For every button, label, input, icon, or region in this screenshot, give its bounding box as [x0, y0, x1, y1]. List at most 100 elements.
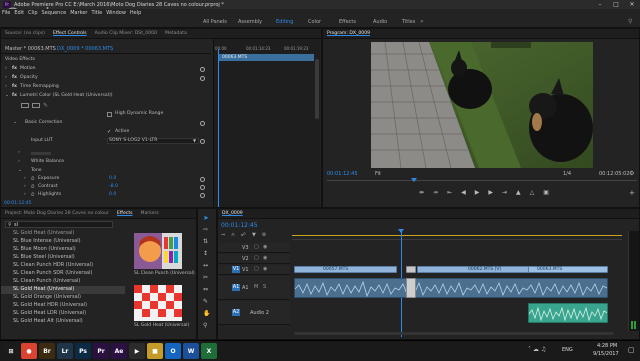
- list-item[interactable]: SL Gold Heat LDR (Universal): [13, 310, 86, 316]
- selection-tool-icon[interactable]: ➤: [203, 214, 209, 222]
- add-button-icon[interactable]: +: [629, 189, 635, 197]
- go-to-in-icon[interactable]: ⇤: [447, 189, 452, 196]
- taskbar-app-lightroom-icon[interactable]: Lr: [57, 343, 73, 359]
- workspace-all-panels[interactable]: All Panels: [203, 19, 227, 25]
- notification-icons[interactable]: ˄ ☁ ♫: [528, 346, 546, 353]
- list-item[interactable]: SL Blue Intense (Universal): [13, 238, 81, 244]
- slip-tool-icon[interactable]: ⇔: [203, 286, 208, 293]
- menu-window[interactable]: Window: [106, 10, 126, 16]
- clip-v1-00057[interactable]: 00057.MTS: [294, 266, 397, 273]
- taskbar-app-start-icon[interactable]: ⊞: [3, 343, 19, 359]
- fx-opacity-row[interactable]: › fx Opacity: [1, 75, 211, 83]
- lift-icon[interactable]: ▲: [516, 189, 521, 196]
- reset-icon[interactable]: [200, 67, 205, 72]
- sequence-clip-label[interactable]: DX_0009 * 00063.MTS: [57, 46, 113, 52]
- list-item[interactable]: SL Gold Heat Alt (Universal): [13, 318, 83, 324]
- playhead-handle-icon[interactable]: [398, 229, 404, 233]
- tab-sequence[interactable]: DX_0009: [222, 211, 243, 216]
- workspace-color[interactable]: Color: [308, 19, 321, 25]
- go-to-out-icon[interactable]: ⇥: [502, 189, 507, 196]
- reset-icon[interactable]: [200, 185, 205, 190]
- list-item-selected[interactable]: SL Gold Heat (Universal): [13, 286, 74, 292]
- mini-playhead[interactable]: [218, 49, 219, 207]
- reset-icon[interactable]: [200, 193, 205, 198]
- taskbar-app-outlook-icon[interactable]: O: [165, 343, 181, 359]
- taskbar-app-premiere-pro-icon[interactable]: Pr: [93, 343, 109, 359]
- exposure-value[interactable]: 0.0: [109, 176, 116, 181]
- lock-icon[interactable]: ▢: [254, 244, 259, 250]
- fx-lumetri-row[interactable]: ⌄ fx Lumetri Color (SL Gold Heat (Univer…: [1, 93, 211, 101]
- tab-project[interactable]: Project: Moto Dog Diaries 28 Caves no co…: [5, 211, 109, 216]
- tab-effects[interactable]: Effects: [117, 211, 133, 216]
- timeline-timecode[interactable]: 00:01:12:45: [221, 222, 258, 229]
- tab-markers[interactable]: Markers: [141, 211, 159, 216]
- list-item[interactable]: SL Gold Orange (Universal): [13, 294, 81, 300]
- source-patch-a2[interactable]: A2: [232, 309, 240, 316]
- taskbar-app-chrome-icon[interactable]: ●: [21, 343, 37, 359]
- clip-a1-audio[interactable]: [294, 278, 608, 298]
- taskbar-app-photoshop-icon[interactable]: Ps: [75, 343, 91, 359]
- track-select-tool-icon[interactable]: ⇨: [203, 226, 208, 233]
- taskbar-app-file-explorer-icon[interactable]: ■: [147, 343, 163, 359]
- list-item[interactable]: SL Clean Punch (Universal): [13, 278, 80, 284]
- wrench-icon[interactable]: ⚙: [629, 170, 634, 177]
- stopwatch-icon[interactable]: ⏱: [31, 176, 35, 182]
- menu-help[interactable]: Help: [130, 10, 141, 16]
- program-video-frame[interactable]: [371, 42, 593, 168]
- timeline-settings-icon[interactable]: ⚙: [262, 232, 266, 238]
- insert-sequence-icon[interactable]: ⇒: [221, 232, 225, 238]
- menu-edit[interactable]: Edit: [14, 10, 24, 16]
- tab-audio-clip-mixer[interactable]: Audio Clip Mixer: DSt_0000: [95, 31, 157, 36]
- mini-clip-bar[interactable]: 00063.MTS: [218, 54, 314, 61]
- white-balance-row[interactable]: › White Balance: [1, 159, 211, 167]
- tab-program[interactable]: Program: DX_0009: [327, 31, 370, 36]
- hdr-row[interactable]: High Dynamic Range: [1, 111, 211, 119]
- list-item[interactable]: SL Blue Moon (Universal): [13, 246, 76, 252]
- taskbar-app-bridge-icon[interactable]: Br: [39, 343, 55, 359]
- tab-effect-controls[interactable]: Effect Controls: [53, 31, 87, 36]
- program-timecode[interactable]: 00:01:12:45: [327, 171, 358, 177]
- menu-clip[interactable]: Clip: [28, 10, 37, 16]
- workspace-editing[interactable]: Editing: [276, 19, 293, 25]
- step-back-icon[interactable]: ◀: [461, 189, 466, 196]
- workspace-assembly[interactable]: Assembly: [238, 19, 262, 25]
- mask-pen-icon[interactable]: ✎: [43, 102, 48, 109]
- reset-icon[interactable]: [200, 121, 205, 126]
- extract-icon[interactable]: △: [530, 189, 535, 196]
- linked-selection-icon[interactable]: ☍: [241, 232, 246, 238]
- lock-icon[interactable]: ▢: [254, 255, 259, 261]
- effect-controls-scrollbar[interactable]: [315, 59, 319, 119]
- basic-correction-row[interactable]: ⌄ Basic Correction: [1, 120, 211, 128]
- clock-date[interactable]: 9/15/2017: [593, 351, 619, 357]
- hdr-checkbox[interactable]: [107, 112, 112, 117]
- highlights-row[interactable]: › ⏱ Highlights 0.0: [1, 192, 211, 200]
- effect-controls-timecode[interactable]: 00:01:12:45: [4, 201, 31, 206]
- add-marker-icon[interactable]: ▼: [252, 232, 256, 238]
- reset-icon[interactable]: [200, 139, 205, 144]
- mute-icon[interactable]: M: [254, 284, 258, 290]
- eye-icon[interactable]: ◉: [263, 255, 267, 261]
- timeline-ruler[interactable]: [292, 229, 622, 240]
- list-item[interactable]: SL Gold Heat (Universal): [13, 230, 74, 236]
- clock-time[interactable]: 4:28 PM: [597, 343, 617, 349]
- razor-tool-icon[interactable]: ✂: [203, 274, 208, 281]
- workspace-audio[interactable]: Audio: [373, 19, 387, 25]
- close-button[interactable]: ✕: [624, 0, 640, 9]
- language-indicator[interactable]: ENG: [562, 347, 573, 353]
- mask-rectangle-icon[interactable]: [32, 103, 40, 108]
- source-patch-v1[interactable]: V1: [232, 266, 240, 273]
- menu-title[interactable]: Title: [91, 10, 102, 16]
- rate-stretch-tool-icon[interactable]: ↔: [203, 262, 208, 269]
- master-clip-label[interactable]: Master * 00063.MTS: [5, 46, 56, 52]
- source-patch-a1[interactable]: A1: [232, 284, 240, 291]
- search-icon[interactable]: ⚲: [628, 18, 632, 25]
- clip-v1-selected[interactable]: [406, 266, 416, 273]
- list-item[interactable]: SL Clean Punch SDR (Universal): [13, 270, 92, 276]
- fx-motion-row[interactable]: › fx Motion: [1, 66, 211, 74]
- reset-icon[interactable]: [200, 76, 205, 81]
- list-item[interactable]: SL Clean Punch HDR (Universal): [13, 262, 93, 268]
- stopwatch-icon[interactable]: ⏱: [31, 192, 35, 198]
- work-area-bar[interactable]: [292, 235, 622, 236]
- exposure-row[interactable]: › ⏱ Exposure 0.0: [1, 176, 211, 184]
- menu-file[interactable]: File: [2, 10, 10, 16]
